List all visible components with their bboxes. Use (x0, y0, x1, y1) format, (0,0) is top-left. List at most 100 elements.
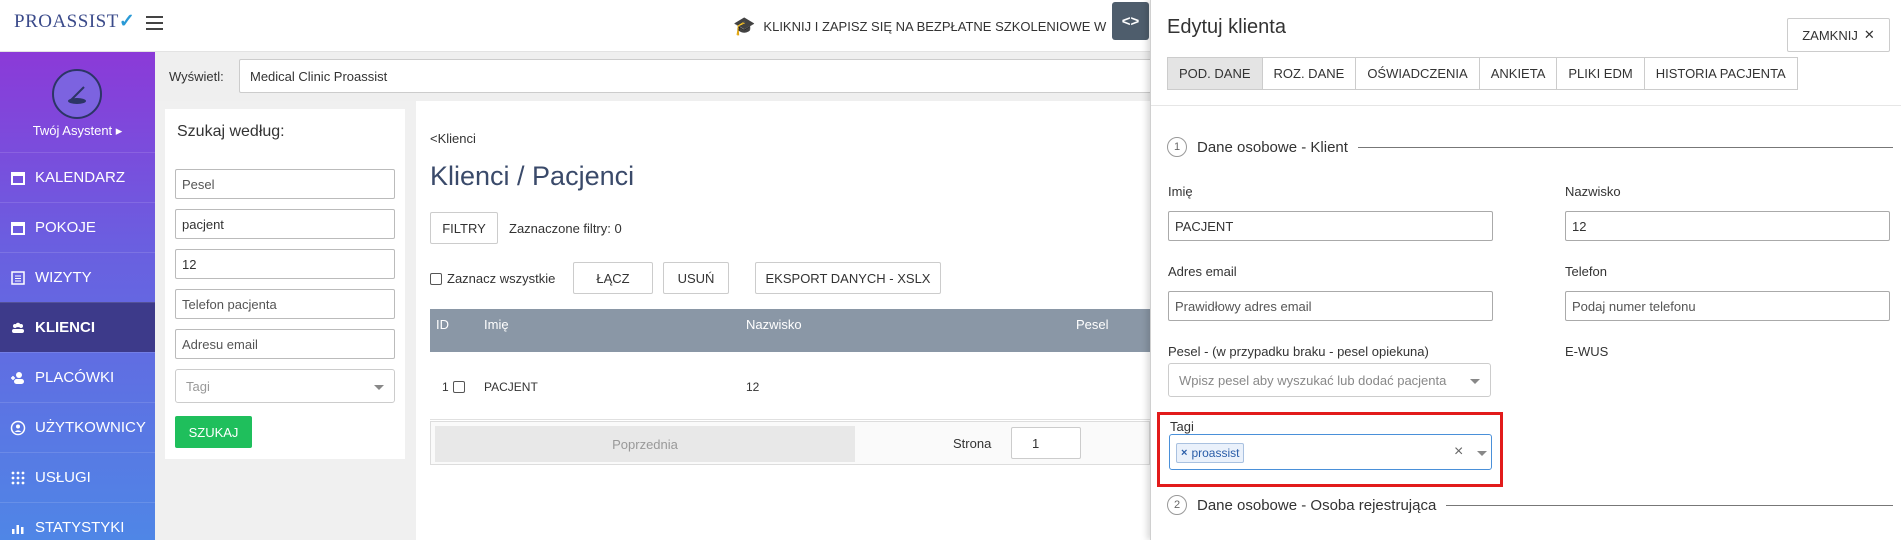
clear-icon[interactable]: × (1454, 443, 1463, 461)
back-link[interactable]: <Klienci (430, 131, 476, 146)
surname-search-input[interactable]: 12 (175, 249, 395, 279)
list-icon (10, 270, 26, 286)
tab-oswiadczenia[interactable]: OŚWIADCZENIA (1355, 57, 1480, 90)
assistant-icon (68, 86, 86, 104)
merge-button[interactable]: ŁĄCZ (573, 262, 653, 294)
display-bar: Wyświetl: Medical Clinic Proassist (155, 52, 1159, 101)
phone-field[interactable]: Podaj numer telefonu (1565, 291, 1890, 321)
sidebar-item-placowki[interactable]: PLACÓWKI (0, 352, 155, 402)
clients-panel: <Klienci Klienci / Pacjenci FILTRY Zazna… (416, 101, 1150, 540)
logo[interactable]: PROASSIST✓ (14, 10, 135, 33)
column-header-last-name[interactable]: Nazwisko (746, 317, 802, 332)
export-button[interactable]: EKSPORT DANYCH - XSLX (755, 262, 941, 294)
sidebar-item-pokoje[interactable]: POKOJE (0, 202, 155, 252)
sidebar-item-uslugi[interactable]: USŁUGI (0, 452, 155, 502)
user-plus-icon (10, 370, 26, 386)
avatar[interactable] (52, 69, 102, 119)
phone-search-input[interactable]: Telefon pacjenta (175, 289, 395, 319)
chevron-down-icon (1470, 379, 1480, 384)
tags-search-select[interactable]: Tagi (175, 369, 395, 403)
delete-button[interactable]: USUŃ (663, 262, 729, 294)
ewus-label: E-WUS (1565, 344, 1609, 359)
promo-text: KLIKNIJ I ZAPISZ SIĘ NA BEZPŁATNE SZKOLE… (763, 19, 1107, 34)
email-label: Adres email (1168, 264, 1237, 279)
edit-title: Edytuj klienta (1167, 16, 1286, 38)
close-button[interactable]: ZAMKNIJ ✕ (1787, 18, 1890, 52)
select-all-label: Zaznacz wszystkie (447, 271, 556, 286)
pesel-placeholder: Wpisz pesel aby wyszukać lub dodać pacje… (1179, 373, 1447, 388)
row-first-name: PACJENT (484, 380, 538, 394)
calendar-icon (10, 170, 26, 186)
edit-client-panel: Edytuj klienta ZAMKNIJ ✕ POD. DANE ROZ. … (1150, 0, 1901, 540)
clinic-select[interactable]: Medical Clinic Proassist (239, 59, 1159, 93)
tags-label: Tagi (1170, 419, 1194, 434)
tags-highlight-box: Tagi × proassist × (1157, 412, 1503, 487)
menu-icon[interactable] (146, 16, 163, 30)
bar-chart-icon (10, 520, 26, 536)
email-field[interactable]: Prawidłowy adres email (1168, 291, 1493, 321)
table-row[interactable]: 1 PACJENT 12 (430, 352, 1150, 420)
edit-tabs: POD. DANE ROZ. DANE OŚWIADCZENIA ANKIETA… (1167, 57, 1798, 90)
sidebar-item-label: WIZYTY (35, 269, 92, 286)
grid-icon (10, 470, 26, 486)
close-icon: ✕ (1863, 27, 1875, 42)
promo-banner[interactable]: 🎓 KLIKNIJ I ZAPISZ SIĘ NA BEZPŁATNE SZKO… (733, 16, 1106, 37)
section-number: 2 (1167, 495, 1187, 515)
row-id: 1 (442, 380, 449, 394)
search-panel: Szukaj według: Pesel pacjent 12 Telefon … (165, 109, 405, 459)
pesel-label: Pesel - (w przypadku braku - pesel opiek… (1168, 344, 1429, 359)
sidebar-item-kalendarz[interactable]: KALENDARZ (0, 152, 155, 202)
tag-chip-label: proassist (1191, 446, 1240, 460)
table-header: ID Imię Nazwisko Pesel (430, 309, 1150, 352)
section-title: Dane osobowe - Osoba rejestrująca (1197, 496, 1437, 514)
last-name-field[interactable]: 12 (1565, 211, 1890, 241)
page-input[interactable]: 1 (1011, 427, 1081, 459)
remove-tag-icon[interactable]: × (1181, 447, 1187, 459)
section-number: 1 (1167, 137, 1187, 157)
chevron-down-icon (374, 385, 384, 390)
sidebar-item-label: KALENDARZ (35, 169, 126, 186)
column-header-pesel[interactable]: Pesel (1076, 317, 1109, 332)
name-search-input[interactable]: pacjent (175, 209, 395, 239)
sidebar-item-klienci[interactable]: KLIENCI (0, 302, 155, 352)
tab-roz-dane[interactable]: ROZ. DANE (1261, 57, 1357, 90)
section-client: 1 Dane osobowe - Klient (1167, 137, 1893, 157)
search-button[interactable]: SZUKAJ (175, 416, 252, 448)
sidebar-item-label: STATYSTYKI (35, 519, 125, 536)
sidebar-item-statystyki[interactable]: STATYSTYKI (0, 502, 155, 540)
pesel-select[interactable]: Wpisz pesel aby wyszukać lub dodać pacje… (1168, 363, 1491, 397)
search-title: Szukaj według: (177, 123, 285, 140)
tag-chip[interactable]: × proassist (1176, 443, 1245, 463)
calendar-icon (10, 220, 26, 236)
tags-field[interactable]: × proassist × (1169, 434, 1492, 470)
graduation-cap-icon: 🎓 (733, 16, 756, 36)
section-line (1357, 146, 1893, 148)
filters-button[interactable]: FILTRY (430, 212, 498, 244)
first-name-label: Imię (1168, 184, 1193, 199)
select-all[interactable]: Zaznacz wszystkie (430, 271, 555, 286)
row-last-name: 12 (746, 380, 760, 394)
previous-page-button[interactable]: Poprzednia (435, 426, 855, 462)
sidebar-item-uzytkownicy[interactable]: UŻYTKOWNICY (0, 402, 155, 452)
first-name-field[interactable]: PACJENT (1168, 211, 1493, 241)
sidebar-nav: KALENDARZ POKOJE WIZYTY KLIENCI PLACÓWKI… (0, 152, 155, 540)
section-registrant: 2 Dane osobowe - Osoba rejestrująca (1167, 495, 1893, 515)
row-checkbox[interactable] (453, 381, 465, 393)
sidebar-item-label: PLACÓWKI (35, 369, 115, 386)
tab-pliki-edm[interactable]: PLIKI EDM (1556, 57, 1645, 90)
section-line (1446, 504, 1893, 506)
email-search-input[interactable]: Adresu email (175, 329, 395, 359)
sidebar-item-wizyty[interactable]: WIZYTY (0, 252, 155, 302)
tab-historia-pacjenta[interactable]: HISTORIA PACJENTA (1643, 57, 1798, 90)
select-all-checkbox[interactable] (430, 272, 442, 285)
sidebar-item-label: POKOJE (35, 219, 96, 236)
code-toggle-icon[interactable]: <> (1112, 2, 1149, 40)
column-header-id[interactable]: ID (436, 317, 449, 332)
assistant-link[interactable]: Twój Asystent ▸ (0, 123, 155, 139)
tab-pod-dane[interactable]: POD. DANE (1167, 57, 1263, 90)
chevron-down-icon[interactable] (1477, 451, 1487, 456)
column-header-first-name[interactable]: Imię (484, 317, 509, 332)
tab-ankieta[interactable]: ANKIETA (1478, 57, 1558, 90)
pesel-search-input[interactable]: Pesel (175, 169, 395, 199)
display-label: Wyświetl: (169, 69, 224, 84)
